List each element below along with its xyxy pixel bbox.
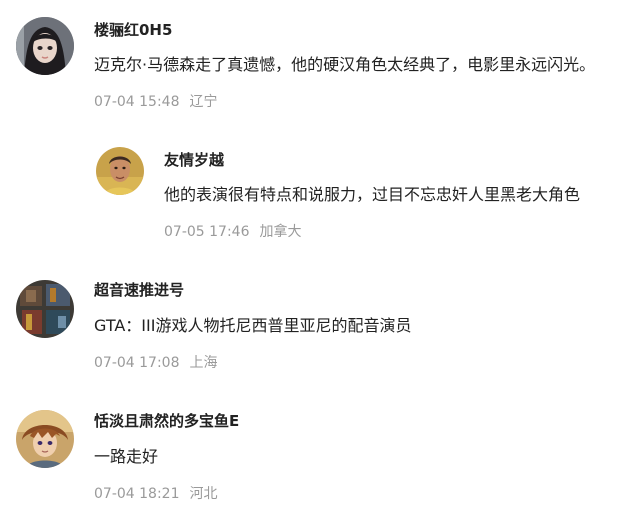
comment-text: 迈克尔·马德森走了真遗憾，他的硬汉角色太经典了，电影里永远闪光。	[94, 55, 596, 74]
comment-text: 他的表演很有特点和说服力，过目不忘忠奸人里黑老大角色	[164, 185, 581, 204]
comment-location: 上海	[189, 355, 218, 371]
avatar-girl-icon[interactable]	[16, 17, 74, 75]
comment-meta: 07-05 17:46 加拿大	[164, 222, 301, 242]
username[interactable]: 楼骊红0H5	[94, 20, 172, 40]
comment-time: 07-04 15:48	[94, 94, 180, 110]
avatar-game-icon[interactable]	[16, 280, 74, 338]
comment-location: 辽宁	[189, 94, 218, 110]
comment-time: 07-04 17:08	[94, 355, 180, 371]
comment-meta: 07-04 17:08 上海	[94, 353, 217, 373]
username[interactable]: 超音速推进号	[94, 280, 184, 300]
username[interactable]: 友情岁越	[164, 150, 224, 170]
username[interactable]: 恬淡且肃然的多宝鱼E	[94, 411, 239, 431]
avatar-anime-icon[interactable]	[16, 410, 74, 468]
comment-location: 河北	[189, 486, 218, 502]
comment-time: 07-04 18:21	[94, 486, 180, 502]
comment-meta: 07-04 18:21 河北	[94, 484, 217, 504]
comment-time: 07-05 17:46	[164, 224, 250, 240]
comment-meta: 07-04 15:48 辽宁	[94, 92, 217, 112]
comment-text: 一路走好	[94, 447, 159, 466]
comment-text: GTA：III游戏人物托尼西普里亚尼的配音演员	[94, 316, 412, 335]
comment-location: 加拿大	[259, 224, 302, 240]
avatar-man-icon[interactable]	[96, 147, 144, 195]
